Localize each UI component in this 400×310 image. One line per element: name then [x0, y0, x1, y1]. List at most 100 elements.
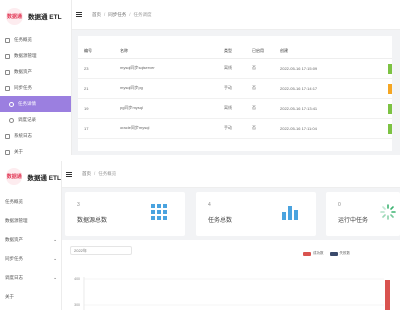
breadcrumb-home[interactable]: 首页 [92, 12, 101, 18]
sidebar-item-system-log[interactable]: 系统日志 [0, 128, 71, 144]
card-running-count[interactable]: 0 运行中任务 [326, 192, 400, 236]
cell-status [382, 118, 392, 139]
database-icon [5, 53, 10, 59]
cell-created: 2022-05-16 17:14:17 [274, 78, 382, 99]
sidebar-item-task-detail[interactable]: 任务详情 [0, 96, 71, 112]
cell-id: 19 [78, 98, 114, 119]
log-icon [5, 133, 10, 139]
sidebar-item-sync-tasks[interactable]: 同步任务 [0, 80, 71, 96]
sidebar-item-assets[interactable]: 数据资产 ⌄ [0, 230, 61, 249]
sidebar: 数据通 数据通 ETL 任务概览 数据源管理 数据资产 ⌄ 同步任务 ⌄ 调度日志 ⌄… [0, 161, 62, 310]
chart-plot-area: 400 300 [74, 277, 390, 310]
card-value: 0 [338, 202, 341, 208]
task-table-panel: 编号 名称 类型 已启用 创建 23 mysql同步sqlserver 离线 否 [78, 36, 392, 151]
table-row[interactable]: 19 pg同步mysql 离线 否 2022-05-16 17:13:41 [78, 98, 392, 119]
sidebar-item-overview[interactable]: 任务概览 [0, 192, 61, 211]
app-title: 数据通 ETL [28, 14, 62, 21]
status-indicator[interactable] [388, 83, 392, 94]
cell-created: 2022-05-16 17:13:41 [274, 98, 382, 119]
top-bar: 首页 / 同步任务 / 任务调度 [72, 0, 400, 30]
cell-created: 2022-05-16 17:11:04 [274, 118, 382, 139]
status-indicator[interactable] [388, 103, 392, 114]
cell-id: 23 [78, 58, 114, 79]
menu-toggle-icon[interactable] [72, 12, 86, 17]
y-tick-label: 400 [74, 277, 80, 281]
task-list-screen: 数据通 数据通 ETL 任务概览 数据源管理 数据资产 同步任务 任务详情 调度… [0, 0, 400, 155]
cell-id: 17 [78, 118, 114, 139]
card-task-count[interactable]: 4 任务总数 [196, 192, 316, 236]
sidebar-item-overview[interactable]: 任务概览 [0, 32, 71, 48]
breadcrumb-home[interactable]: 首页 [82, 171, 91, 177]
sidebar-item-datasource[interactable]: 数据源管理 [0, 211, 61, 230]
sync-icon [5, 85, 10, 91]
cell-enabled: 否 [246, 98, 274, 119]
card-label: 数据源总数 [77, 218, 108, 224]
cell-type: 手动 [218, 118, 246, 139]
cell-status [382, 78, 392, 99]
col-id: 编号 [78, 36, 114, 59]
status-indicator[interactable] [388, 63, 392, 74]
card-datasource-count[interactable]: 3 数据源总数 [65, 192, 185, 236]
cell-name: mysql同步pg [114, 78, 218, 99]
dashboard-icon [5, 37, 10, 43]
cell-created: 2022-05-16 17:15:09 [274, 58, 382, 79]
app-logo[interactable]: 数据通 数据通 ETL [0, 0, 71, 32]
card-label: 任务总数 [208, 218, 233, 224]
sidebar-item-sync-tasks[interactable]: 同步任务 ⌄ [0, 249, 61, 268]
loading-spinner-icon [380, 204, 396, 220]
cell-name: mysql同步sqlserver [114, 58, 218, 79]
info-icon [5, 149, 10, 155]
col-name: 名称 [114, 36, 218, 59]
table-row[interactable]: 23 mysql同步sqlserver 离线 否 2022-05-16 17:1… [78, 58, 392, 79]
col-enabled: 已启用 [246, 36, 274, 59]
app-title: 数据通 ETL [27, 174, 61, 182]
cell-type: 离线 [218, 58, 246, 79]
table-row[interactable]: 17 oracle同步mysql 手动 否 2022-05-16 17:11:0… [78, 118, 392, 139]
breadcrumb: 首页 / 任务概览 [82, 171, 117, 177]
card-label: 运行中任务 [338, 218, 369, 224]
logo-icon: 数据通 [6, 7, 23, 25]
cell-type: 离线 [218, 98, 246, 119]
cell-enabled: 否 [246, 118, 274, 139]
table-row[interactable]: 21 mysql同步pg 手动 否 2022-05-16 17:14:17 [78, 78, 392, 99]
dot-icon [9, 101, 14, 107]
cell-enabled: 否 [246, 78, 274, 99]
grid-icon [151, 204, 167, 220]
chevron-down-icon: ⌄ [53, 274, 57, 280]
top-bar: 首页 / 任务概览 [62, 161, 400, 188]
card-value: 3 [77, 202, 80, 208]
col-type: 类型 [218, 36, 246, 59]
cell-name: pg同步mysql [114, 98, 218, 119]
sidebar-item-schedule-log[interactable]: 调度记录 [0, 112, 71, 128]
sidebar-item-assets[interactable]: 数据资产 [0, 64, 71, 80]
task-stats-chart: 成功数 失败数 400 300 [62, 240, 400, 310]
breadcrumb: 首页 / 同步任务 / 任务调度 [92, 11, 152, 18]
overview-screen: 数据通 数据通 ETL 任务概览 数据源管理 数据资产 ⌄ 同步任务 ⌄ 调度日志 ⌄… [0, 161, 400, 310]
logo-icon: 数据通 [6, 168, 23, 185]
task-table: 编号 名称 类型 已启用 创建 23 mysql同步sqlserver 离线 否 [78, 36, 392, 139]
cell-name: oracle同步mysql [114, 118, 218, 139]
sidebar-item-about[interactable]: 关于 [0, 144, 71, 155]
cell-status [382, 98, 392, 119]
bar-chart-icon [282, 206, 298, 220]
menu-toggle-icon[interactable] [62, 171, 76, 177]
cell-id: 21 [78, 78, 114, 99]
cell-enabled: 否 [246, 58, 274, 79]
col-status [382, 36, 392, 59]
status-indicator[interactable] [388, 123, 392, 134]
breadcrumb-sync-tasks[interactable]: 同步任务 [108, 12, 126, 18]
sidebar-item-about[interactable]: 关于 [0, 287, 61, 306]
table-header-row: 编号 名称 类型 已启用 创建 [78, 36, 392, 59]
cell-type: 手动 [218, 78, 246, 99]
chevron-down-icon: ⌄ [53, 236, 57, 242]
sidebar-item-datasource[interactable]: 数据源管理 [0, 48, 71, 64]
bar-success[interactable] [385, 280, 390, 310]
summary-cards: 3 数据源总数 4 任务总数 0 运行中任务 [62, 192, 400, 236]
breadcrumb-current: 任务概览 [98, 171, 117, 176]
chevron-down-icon: ⌄ [53, 255, 57, 261]
y-tick-label: 300 [74, 303, 80, 307]
app-logo[interactable]: 数据通 数据通 ETL [0, 161, 61, 192]
dot-icon [9, 117, 14, 123]
sidebar-item-schedule-log[interactable]: 调度日志 ⌄ [0, 268, 61, 287]
folder-icon [5, 69, 10, 75]
